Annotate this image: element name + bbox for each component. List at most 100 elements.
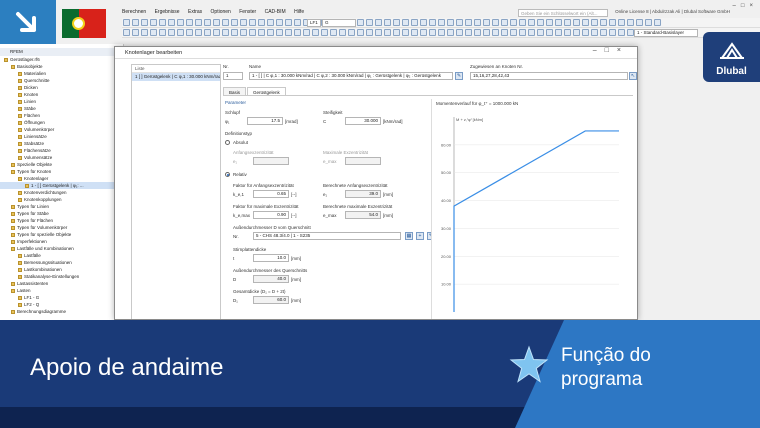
- toolbar-button[interactable]: [555, 19, 562, 26]
- name-field[interactable]: 1 - [ ] | C φ,1 : 30.000 kNm/rad | C φ,2…: [249, 72, 453, 80]
- tree-item[interactable]: Lastfälle: [0, 252, 123, 259]
- toolbar-button[interactable]: [231, 29, 238, 36]
- toolbar-button[interactable]: [249, 29, 256, 36]
- toolbar-button[interactable]: [267, 29, 274, 36]
- tree-item[interactable]: Flächen: [0, 112, 123, 119]
- tree-item[interactable]: Flächensätze: [0, 147, 123, 154]
- toolbar-button[interactable]: [438, 19, 445, 26]
- toolbar-button[interactable]: [474, 19, 481, 26]
- toolbar-button[interactable]: [141, 19, 148, 26]
- toolbar-button[interactable]: [609, 19, 616, 26]
- toolbar-button[interactable]: [465, 29, 472, 36]
- menu-item[interactable]: Fenster: [239, 9, 256, 15]
- toolbar-button[interactable]: [591, 19, 598, 26]
- toolbar-button[interactable]: [159, 29, 166, 36]
- toolbar-button[interactable]: [339, 29, 346, 36]
- menu-item[interactable]: Extras: [188, 9, 202, 15]
- tree-item[interactable]: Gerüstlager.rf6: [0, 56, 123, 63]
- toolbar-button[interactable]: [546, 29, 553, 36]
- tree-item[interactable]: Liniensätze: [0, 133, 123, 140]
- tree-item[interactable]: Statikanalyse-Einstellungen: [0, 273, 123, 280]
- toolbar-button[interactable]: [240, 29, 247, 36]
- tree-item[interactable]: Stäbe: [0, 105, 123, 112]
- tree-item[interactable]: Typen für Volumenkörper: [0, 224, 123, 231]
- plate-thickness-input[interactable]: 10.0: [253, 254, 289, 262]
- toolbar-button[interactable]: [492, 29, 499, 36]
- toolbar-button[interactable]: [528, 19, 535, 26]
- toolbar-button[interactable]: [204, 19, 211, 26]
- tree-item[interactable]: Dicken: [0, 84, 123, 91]
- toolbar-button[interactable]: [285, 29, 292, 36]
- toolbar-button[interactable]: [213, 19, 220, 26]
- toolbar-button[interactable]: [582, 29, 589, 36]
- toolbar-button[interactable]: [537, 19, 544, 26]
- toolbar-button[interactable]: [150, 19, 157, 26]
- select-nodes-button[interactable]: ↖: [629, 72, 637, 80]
- tree-item[interactable]: Materialien: [0, 70, 123, 77]
- stiffness-input[interactable]: 30.000: [345, 117, 381, 125]
- toolbar-button[interactable]: [456, 29, 463, 36]
- tree-item[interactable]: Imperfektionen: [0, 238, 123, 245]
- tree-item[interactable]: LF2 - Q: [0, 301, 123, 308]
- tree-item[interactable]: Lastkombinationen: [0, 266, 123, 273]
- tree-item[interactable]: LF1 - G: [0, 294, 123, 301]
- toolbar-button[interactable]: [564, 19, 571, 26]
- tree-item[interactable]: Stabsätze: [0, 140, 123, 147]
- toolbar-button[interactable]: [294, 29, 301, 36]
- toolbar-button[interactable]: [573, 29, 580, 36]
- toolbar-button[interactable]: [393, 29, 400, 36]
- toolbar-button[interactable]: [204, 29, 211, 36]
- toolbar-button[interactable]: [420, 19, 427, 26]
- toolbar-button[interactable]: [375, 19, 382, 26]
- toolbar-button[interactable]: [411, 29, 418, 36]
- toolbar-button[interactable]: [582, 19, 589, 26]
- toolbar-button[interactable]: [564, 29, 571, 36]
- loadcase-combo[interactable]: LF1: [307, 19, 321, 27]
- toolbar-button[interactable]: [312, 29, 319, 36]
- toolbar-button[interactable]: [528, 29, 535, 36]
- toolbar-button[interactable]: [330, 29, 337, 36]
- toolbar-button[interactable]: [510, 19, 517, 26]
- factor-max-input[interactable]: 0.90: [253, 211, 289, 219]
- new-section-button[interactable]: +: [416, 232, 424, 240]
- toolbar-button[interactable]: [384, 19, 391, 26]
- tree-item[interactable]: 1 - [ ] Gerüstgelenk | φ₁: ...: [0, 182, 123, 189]
- toolbar-button[interactable]: [150, 29, 157, 36]
- loadcase-name[interactable]: G: [322, 19, 356, 27]
- absolute-radio[interactable]: [225, 140, 230, 145]
- toolbar-button[interactable]: [627, 29, 634, 36]
- toolbar-button[interactable]: [501, 19, 508, 26]
- toolbar-button[interactable]: [258, 29, 265, 36]
- toolbar-button[interactable]: [573, 19, 580, 26]
- toolbar-button[interactable]: [618, 29, 625, 36]
- toolbar-button[interactable]: [222, 29, 229, 36]
- tree-item[interactable]: Volumensätze: [0, 154, 123, 161]
- toolbar-button[interactable]: [267, 19, 274, 26]
- toolbar-button[interactable]: [132, 19, 139, 26]
- toolbar-button[interactable]: [438, 29, 445, 36]
- dialog-window-controls[interactable]: –□×: [593, 47, 629, 54]
- menu-item[interactable]: Berechnen: [122, 9, 146, 15]
- toolbar-button[interactable]: [555, 29, 562, 36]
- tree-item[interactable]: Typen für Knoten: [0, 168, 123, 175]
- menu-item[interactable]: Optionen: [211, 9, 231, 15]
- toolbar-button[interactable]: [213, 29, 220, 36]
- toolbar-button[interactable]: [618, 19, 625, 26]
- toolbar-button[interactable]: [627, 19, 634, 26]
- toolbar-button[interactable]: [303, 29, 310, 36]
- tree-item[interactable]: Typen für spezielle Objekte: [0, 231, 123, 238]
- tree-item[interactable]: Querschnitte: [0, 77, 123, 84]
- toolbar-button[interactable]: [420, 29, 427, 36]
- toolbar-button[interactable]: [654, 19, 661, 26]
- window-controls[interactable]: –□×: [733, 3, 758, 9]
- menu-item[interactable]: Hilfe: [294, 9, 304, 15]
- toolbar-button[interactable]: [447, 19, 454, 26]
- toolbar-button[interactable]: [591, 29, 598, 36]
- toolbar-button[interactable]: [411, 19, 418, 26]
- toolbar-button[interactable]: [393, 19, 400, 26]
- tree-item[interactable]: Bemessungssituationen: [0, 259, 123, 266]
- relative-radio[interactable]: [225, 172, 230, 177]
- toolbar-button[interactable]: [474, 29, 481, 36]
- menu-item[interactable]: CAD-BIM: [265, 9, 286, 15]
- toolbar-button[interactable]: [600, 19, 607, 26]
